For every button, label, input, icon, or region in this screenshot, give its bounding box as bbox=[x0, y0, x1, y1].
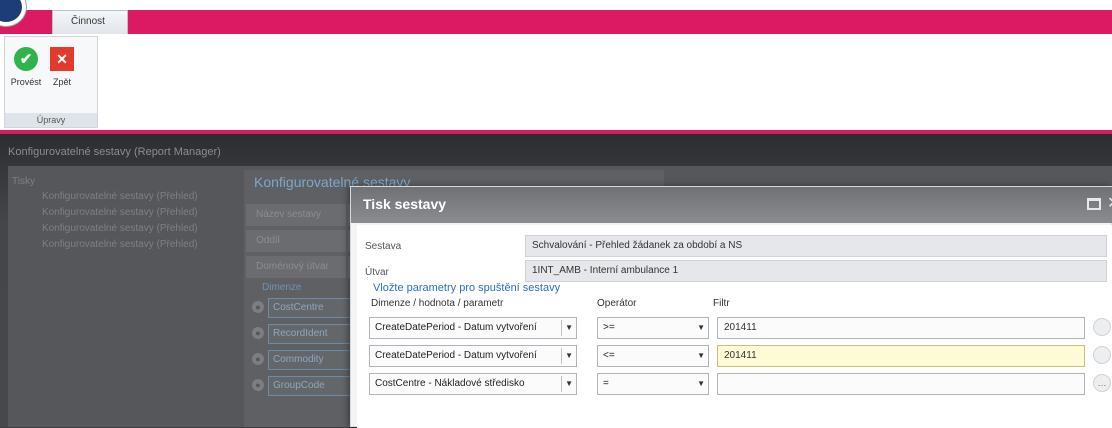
dropdown-arrow-icon: ▼ bbox=[697, 351, 705, 360]
select-divider bbox=[561, 376, 562, 392]
lock-icon: ● bbox=[252, 327, 264, 339]
tree-root[interactable]: Tisky bbox=[12, 176, 252, 187]
ribbon-group-label: Úpravy bbox=[5, 113, 97, 127]
tree-item[interactable]: Konfigurovatelné sestavy (Přehled) bbox=[12, 239, 252, 250]
cancel-x-icon: ✕ bbox=[50, 47, 74, 71]
select-divider bbox=[561, 348, 562, 364]
filter-input[interactable]: 201411 bbox=[717, 317, 1085, 339]
operator-select[interactable]: = ▼ bbox=[597, 373, 709, 395]
dimension-select[interactable]: CreateDatePeriod - Datum vytvoření ▼ bbox=[369, 345, 577, 367]
utvar-label: Útvar bbox=[365, 267, 389, 278]
operator-select-value: <= bbox=[603, 350, 615, 361]
provest-label: Provést bbox=[10, 77, 42, 87]
operator-select[interactable]: <= ▼ bbox=[597, 345, 709, 367]
tab-cinnost[interactable]: Činnost bbox=[52, 10, 128, 36]
dimension-chip[interactable]: ● RecordIdent bbox=[252, 324, 352, 344]
dialog-title: Tisk sestavy bbox=[363, 196, 447, 212]
print-report-dialog: Tisk sestavy ✕ Sestava Schvalování - Pře… bbox=[350, 186, 1112, 428]
zpet-label: Zpět bbox=[52, 77, 71, 87]
column-header-filter: Filtr bbox=[713, 298, 730, 309]
param-row: CreateDatePeriod - Datum vytvoření ▼ <= … bbox=[369, 345, 1112, 371]
report-tree: Tisky Konfigurovatelné sestavy (Přehled)… bbox=[12, 176, 252, 255]
operator-select-value: >= bbox=[603, 322, 615, 333]
dimension-chip[interactable]: ● GroupCode bbox=[252, 376, 352, 396]
column-header-dimension: Dimenze / hodnota / parametr bbox=[371, 298, 504, 309]
ribbon-group-upravy: ✔ Provést ✕ Zpět Úpravy bbox=[4, 36, 98, 128]
sestava-label: Sestava bbox=[365, 241, 402, 252]
close-icon[interactable]: ✕ bbox=[1107, 193, 1112, 213]
dimension-select[interactable]: CostCentre - Nákladové středisko ▼ bbox=[369, 373, 577, 395]
utvar-value: 1INT_AMB - Interní ambulance 1 bbox=[525, 260, 1107, 282]
dimension-chip-label: RecordIdent bbox=[268, 324, 352, 344]
lock-icon: ● bbox=[252, 379, 264, 391]
field-label-nazev: Název sestavy bbox=[246, 204, 346, 226]
filter-input[interactable]: 201411 bbox=[717, 345, 1085, 367]
dimension-select-value: CostCentre - Nákladové středisko bbox=[375, 378, 525, 389]
lock-icon: ● bbox=[252, 353, 264, 365]
field-label-utvar: Doménový útvar bbox=[246, 256, 346, 278]
dialog-body: Sestava Schvalování - Přehled žádanek za… bbox=[357, 225, 1112, 428]
params-heading: Vložte parametry pro spuštění sestavy bbox=[373, 282, 561, 294]
select-divider bbox=[561, 320, 562, 336]
field-label-oddil: Oddíl bbox=[246, 230, 346, 252]
zpet-button[interactable]: ✕ Zpět bbox=[45, 45, 79, 101]
dimension-chip[interactable]: ● Commodity bbox=[252, 350, 352, 370]
dimension-chip-label: GroupCode bbox=[268, 376, 352, 396]
operator-select-value: = bbox=[603, 378, 609, 389]
lock-icon: ● bbox=[252, 301, 264, 313]
column-header-operator: Operátor bbox=[597, 298, 637, 309]
dropdown-arrow-icon: ▼ bbox=[565, 351, 573, 360]
filter-input[interactable] bbox=[717, 373, 1085, 395]
dimension-chip-label: CostCentre bbox=[268, 298, 352, 318]
dropdown-arrow-icon: ▼ bbox=[697, 379, 705, 388]
dropdown-arrow-icon: ▼ bbox=[565, 379, 573, 388]
dialog-title-bar[interactable]: Tisk sestavy ✕ bbox=[351, 187, 1112, 223]
dimension-select[interactable]: CreateDatePeriod - Datum vytvoření ▼ bbox=[369, 317, 577, 339]
tree-item[interactable]: Konfigurovatelné sestavy (Přehled) bbox=[12, 223, 252, 234]
param-row: CostCentre - Nákladové středisko ▼ = ▼ … bbox=[369, 373, 1112, 399]
app-topbar: Činnost bbox=[0, 0, 1112, 36]
dimension-heading: Dimenze bbox=[262, 282, 302, 293]
row-action-button[interactable] bbox=[1093, 318, 1111, 336]
dimension-chip-label: Commodity bbox=[268, 350, 352, 370]
dropdown-arrow-icon: ▼ bbox=[565, 323, 573, 332]
title-bar bbox=[0, 10, 1112, 34]
tree-item[interactable]: Konfigurovatelné sestavy (Přehled) bbox=[12, 207, 252, 218]
param-row: CreateDatePeriod - Datum vytvoření ▼ >= … bbox=[369, 317, 1112, 343]
dropdown-arrow-icon: ▼ bbox=[697, 323, 705, 332]
tree-item[interactable]: Konfigurovatelné sestavy (Přehled) bbox=[12, 191, 252, 202]
provest-button[interactable]: ✔ Provést bbox=[9, 45, 43, 101]
maximize-icon[interactable] bbox=[1087, 198, 1101, 210]
operator-select[interactable]: >= ▼ bbox=[597, 317, 709, 339]
row-action-button[interactable]: … bbox=[1093, 374, 1111, 392]
sestava-value: Schvalování - Přehled žádanek za období … bbox=[525, 235, 1107, 257]
dimension-select-value: CreateDatePeriod - Datum vytvoření bbox=[375, 322, 537, 333]
ok-check-icon: ✔ bbox=[14, 47, 38, 71]
outer-window-title: Konfigurovatelné sestavy (Report Manager… bbox=[8, 146, 221, 158]
ribbon: ✔ Provést ✕ Zpět Úpravy bbox=[0, 34, 1112, 132]
dimension-chip[interactable]: ● CostCentre bbox=[252, 298, 352, 318]
dimension-select-value: CreateDatePeriod - Datum vytvoření bbox=[375, 350, 537, 361]
row-action-button[interactable] bbox=[1093, 346, 1111, 364]
